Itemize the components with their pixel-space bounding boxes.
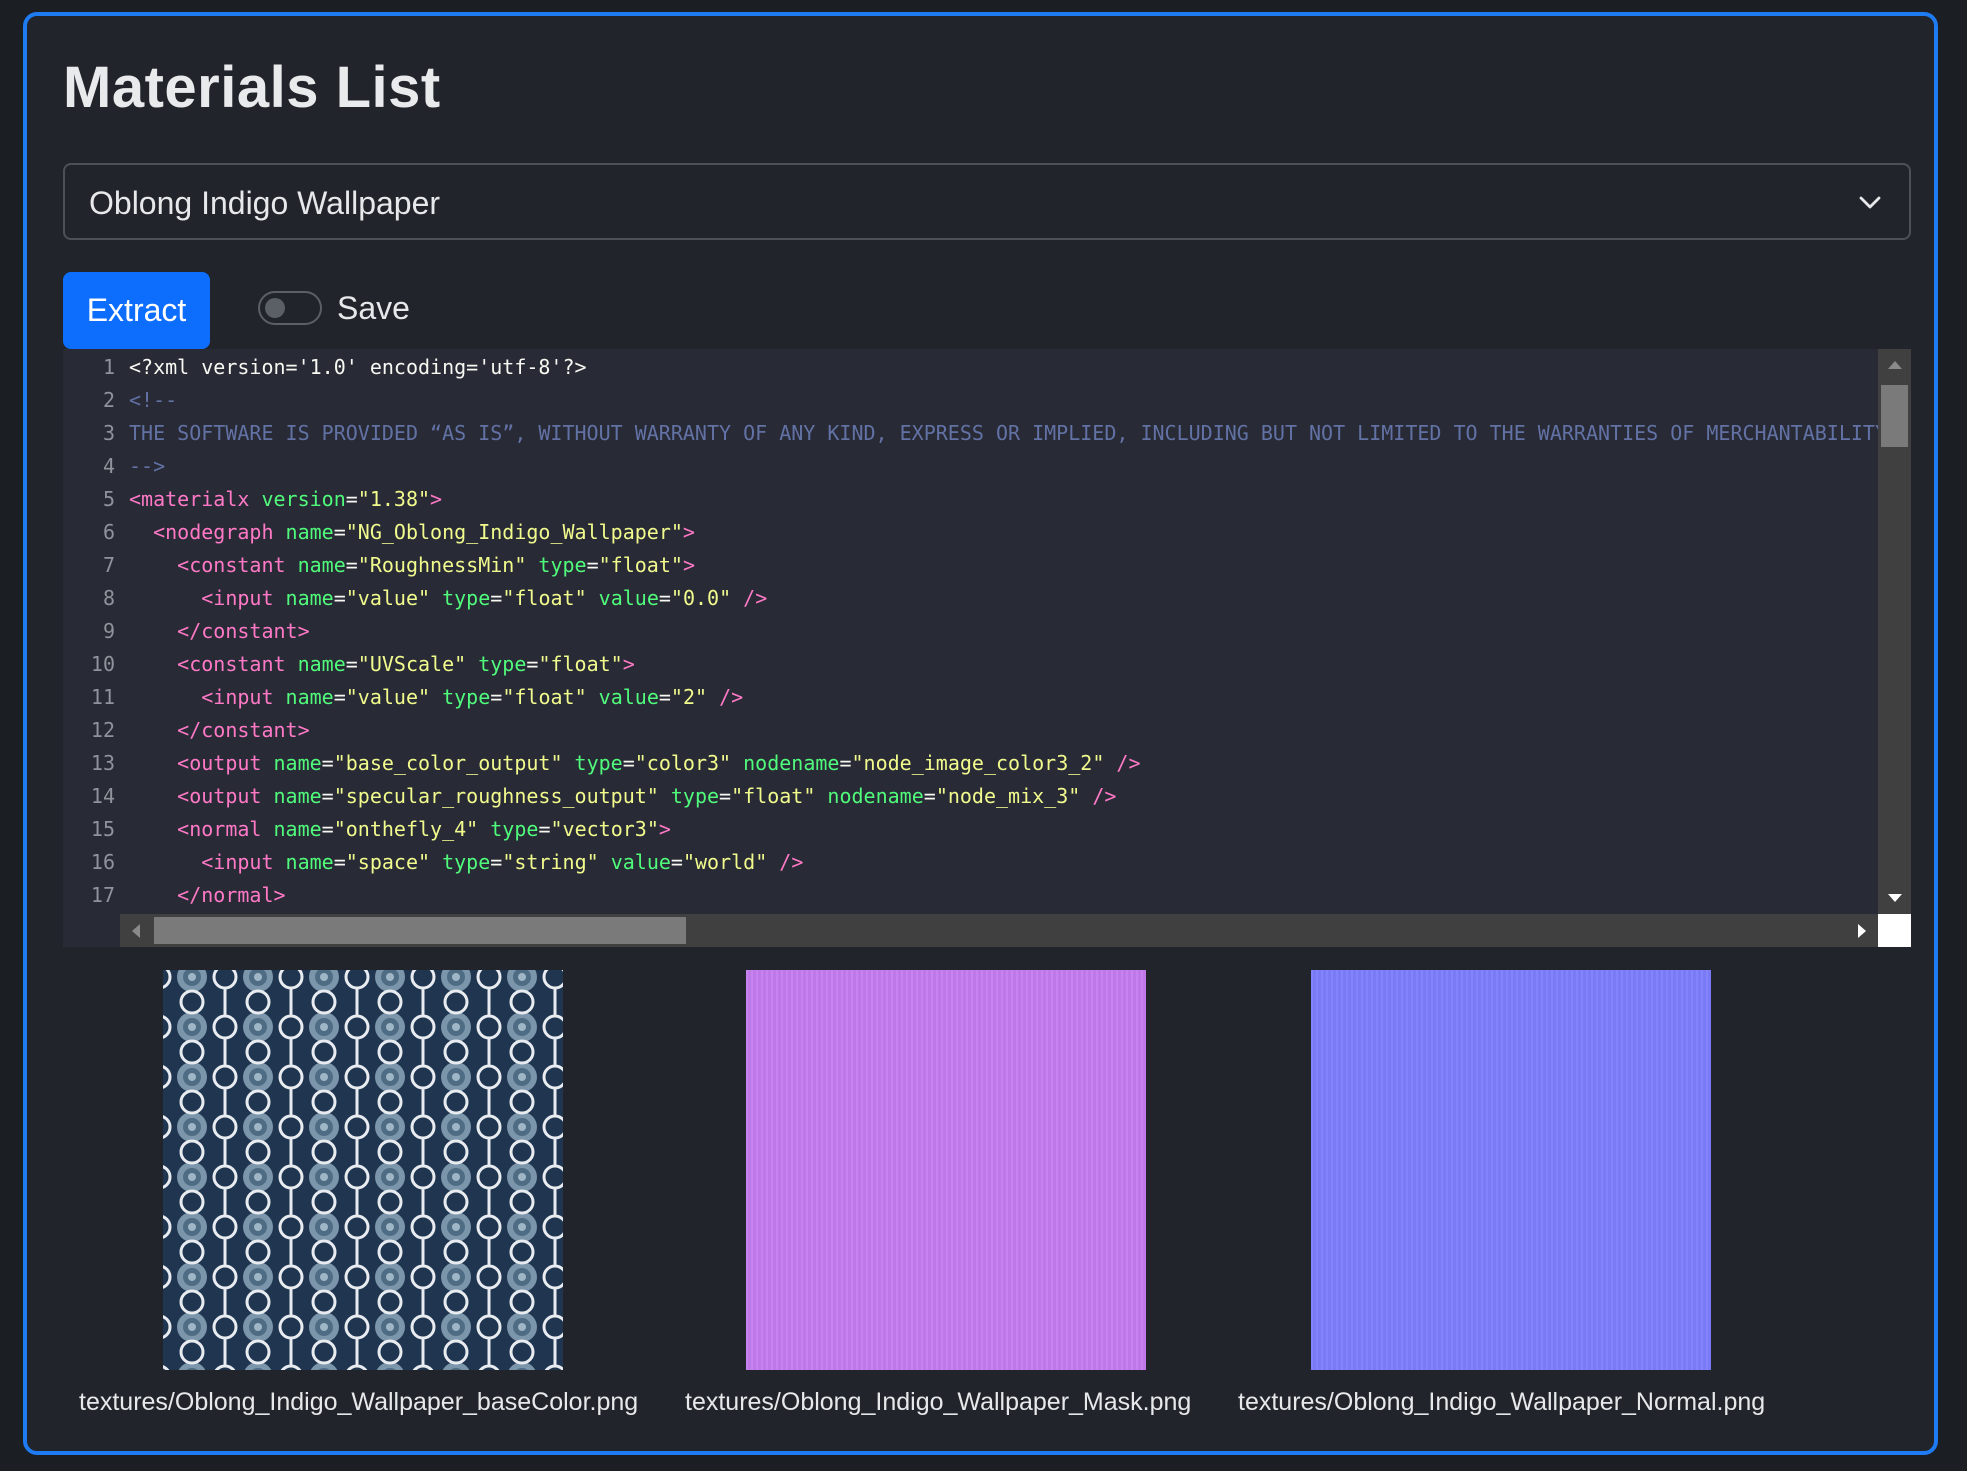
code-line: 13 <output name="base_color_output" type… [63, 747, 1878, 780]
chevron-down-icon [1859, 196, 1881, 209]
code-line: 11 <input name="value" type="float" valu… [63, 681, 1878, 714]
line-content: <?xml version='1.0' encoding='utf-8'?> [129, 355, 587, 379]
code-line: 17 </normal> [63, 879, 1878, 912]
line-content: <nodegraph name="NG_Oblong_Indigo_Wallpa… [129, 520, 695, 544]
code-line: 1 <?xml version='1.0' encoding='utf-8'?> [63, 351, 1878, 384]
code-line: 2 <!-- [63, 384, 1878, 417]
code-line: 15 <normal name="onthefly_4" type="vecto… [63, 813, 1878, 846]
code-line: 3 THE SOFTWARE IS PROVIDED “AS IS”, WITHO… [63, 417, 1878, 450]
line-content: <constant name="UVScale" type="float"> [129, 652, 635, 676]
material-select[interactable]: Oblong Indigo Wallpaper [63, 163, 1911, 240]
line-content: <constant name="RoughnessMin" type="floa… [129, 553, 695, 577]
line-content: <!-- [129, 388, 178, 412]
line-number: 4 [102, 454, 115, 478]
save-toggle[interactable] [258, 291, 322, 325]
line-content: </constant> [129, 718, 310, 742]
line-number: 12 [90, 718, 115, 742]
vertical-scrollbar[interactable] [1878, 349, 1911, 914]
scroll-up-arrow-icon[interactable] [1888, 361, 1902, 369]
code-line: 10 <constant name="UVScale" type="float"… [63, 648, 1878, 681]
vertical-scroll-thumb[interactable] [1881, 385, 1908, 447]
line-number: 3 [102, 421, 115, 445]
horizontal-scroll-thumb[interactable] [154, 917, 686, 944]
code-content: 1 <?xml version='1.0' encoding='utf-8'?> 2… [63, 349, 1878, 914]
line-number: 9 [102, 619, 115, 643]
line-content: <materialx version="1.38"> [129, 487, 443, 511]
line-number: 5 [102, 487, 115, 511]
scroll-left-arrow-icon[interactable] [132, 924, 140, 938]
basecolor-texture-label: textures/Oblong_Indigo_Wallpaper_baseCol… [79, 1388, 639, 1416]
normal-texture-label: textures/Oblong_Indigo_Wallpaper_Normal.… [1238, 1388, 1766, 1416]
scroll-right-arrow-icon[interactable] [1858, 924, 1866, 938]
horizontal-scrollbar[interactable] [120, 914, 1878, 947]
line-content: </constant> [129, 619, 310, 643]
normal-texture-image [1311, 970, 1711, 1370]
code-line: 12 </constant> [63, 714, 1878, 747]
toggle-knob [265, 298, 285, 318]
code-line: 6 <nodegraph name="NG_Oblong_Indigo_Wall… [63, 516, 1878, 549]
code-line: 9 </constant> [63, 615, 1878, 648]
extract-button[interactable]: Extract [63, 272, 210, 349]
line-number: 10 [90, 652, 115, 676]
code-editor[interactable]: 1 <?xml version='1.0' encoding='utf-8'?> 2… [63, 349, 1911, 947]
scroll-down-arrow-icon[interactable] [1888, 894, 1902, 902]
code-line: 8 <input name="value" type="float" value… [63, 582, 1878, 615]
code-line: 16 <input name="space" type="string" val… [63, 846, 1878, 879]
line-number: 18 [63, 912, 115, 914]
line-number: 13 [90, 751, 115, 775]
line-number: 6 [102, 520, 115, 544]
save-label: Save [337, 290, 410, 326]
line-content: </normal> [129, 883, 286, 907]
mask-texture-label: textures/Oblong_Indigo_Wallpaper_Mask.pn… [685, 1388, 1192, 1416]
code-line: 4 --> [63, 450, 1878, 483]
line-number: 14 [90, 784, 115, 808]
line-content: --> [129, 454, 166, 478]
materials-panel: Materials List Oblong Indigo Wallpaper E… [23, 12, 1938, 1455]
line-content: <input name="value" type="float" value="… [129, 685, 744, 709]
code-line: 5 <materialx version="1.38"> [63, 483, 1878, 516]
code-line: 14 <output name="specular_roughness_outp… [63, 780, 1878, 813]
line-content: THE SOFTWARE IS PROVIDED “AS IS”, WITHOU… [129, 421, 1878, 445]
line-content: <input name="value" type="float" value="… [129, 586, 768, 610]
line-number: 15 [90, 817, 115, 841]
line-content: <input name="space" type="string" value=… [129, 850, 804, 874]
line-number: 17 [90, 883, 115, 907]
code-line: 7 <constant name="RoughnessMin" type="fl… [63, 549, 1878, 582]
line-number: 2 [102, 388, 115, 412]
line-number: 7 [102, 553, 115, 577]
page-title: Materials List [63, 55, 441, 120]
scrollbar-corner [1878, 914, 1911, 947]
basecolor-texture-image [163, 970, 563, 1370]
line-number: 11 [90, 685, 115, 709]
material-select-value: Oblong Indigo Wallpaper [89, 185, 441, 221]
line-content: <normal name="onthefly_4" type="vector3"… [129, 817, 671, 841]
line-content: <output name="base_color_output" type="c… [129, 751, 1141, 775]
line-number: 1 [102, 355, 115, 379]
line-number: 16 [90, 850, 115, 874]
line-number: 8 [102, 586, 115, 610]
line-content: <output name="specular_roughness_output"… [129, 784, 1117, 808]
mask-texture-image [746, 970, 1146, 1370]
